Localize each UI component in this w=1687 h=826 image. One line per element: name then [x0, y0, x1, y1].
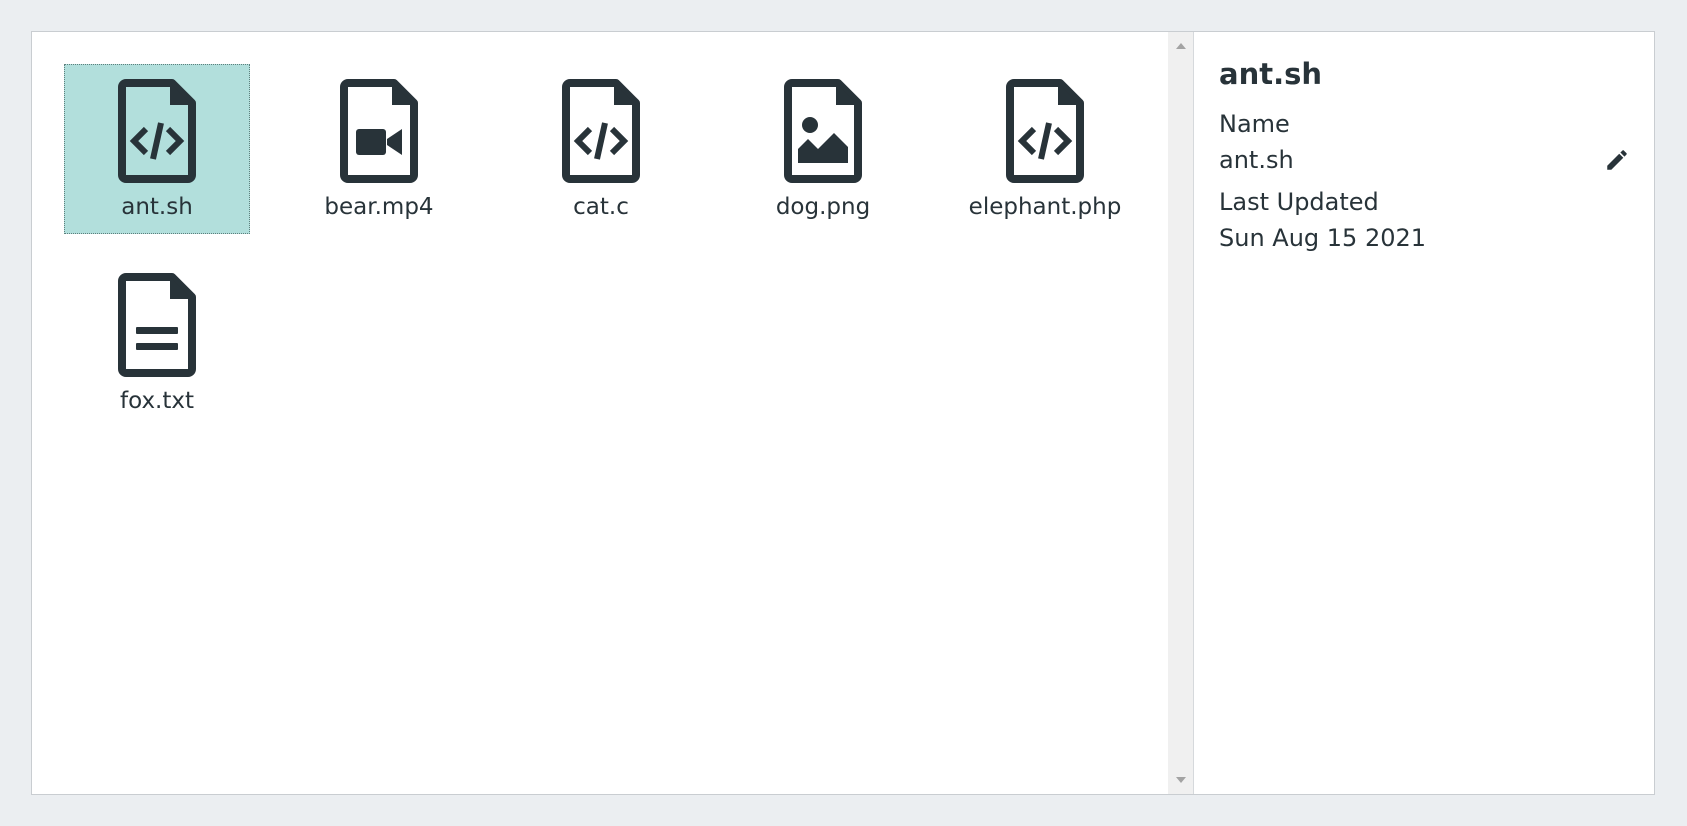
file-name: bear.mp4: [324, 194, 434, 220]
name-row: ant.sh: [1219, 142, 1630, 178]
scroll-down-arrow-icon[interactable]: [1168, 768, 1194, 792]
file-name: fox.txt: [119, 388, 195, 414]
file-grid: ant.sh bear.mp4 cat.c dog.png elephant.p…: [64, 64, 1168, 428]
details-title: ant.sh: [1219, 57, 1323, 91]
file-name: dog.png: [775, 194, 871, 220]
file-code-icon: [118, 79, 196, 183]
name-label: Name: [1219, 110, 1290, 138]
last-updated-value: Sun Aug 15 2021: [1219, 224, 1427, 252]
edit-name-button[interactable]: [1602, 145, 1632, 175]
file-name: elephant.php: [968, 194, 1122, 220]
file-text-icon: [118, 273, 196, 377]
file-item-ant-sh[interactable]: ant.sh: [64, 64, 250, 234]
file-item-fox-txt[interactable]: fox.txt: [64, 258, 250, 428]
file-item-cat-c[interactable]: cat.c: [508, 64, 694, 234]
last-updated-label: Last Updated: [1219, 188, 1379, 216]
vertical-scrollbar[interactable]: [1168, 32, 1194, 794]
file-item-bear-mp4[interactable]: bear.mp4: [286, 64, 472, 234]
file-code-icon: [1006, 79, 1084, 183]
file-name: cat.c: [573, 194, 629, 220]
file-item-elephant-php[interactable]: elephant.php: [952, 64, 1138, 234]
file-video-icon: [340, 79, 418, 183]
file-code-icon: [562, 79, 640, 183]
file-name: ant.sh: [121, 194, 193, 220]
file-item-dog-png[interactable]: dog.png: [730, 64, 916, 234]
name-value: ant.sh: [1219, 146, 1294, 174]
file-manager: ant.sh bear.mp4 cat.c dog.png elephant.p…: [31, 31, 1655, 795]
pencil-icon: [1607, 150, 1627, 170]
details-panel: ant.sh Name ant.sh Last Updated Sun Aug …: [1194, 32, 1654, 794]
scroll-up-arrow-icon[interactable]: [1168, 34, 1194, 58]
file-list-pane: ant.sh bear.mp4 cat.c dog.png elephant.p…: [32, 32, 1168, 794]
file-image-icon: [784, 79, 862, 183]
